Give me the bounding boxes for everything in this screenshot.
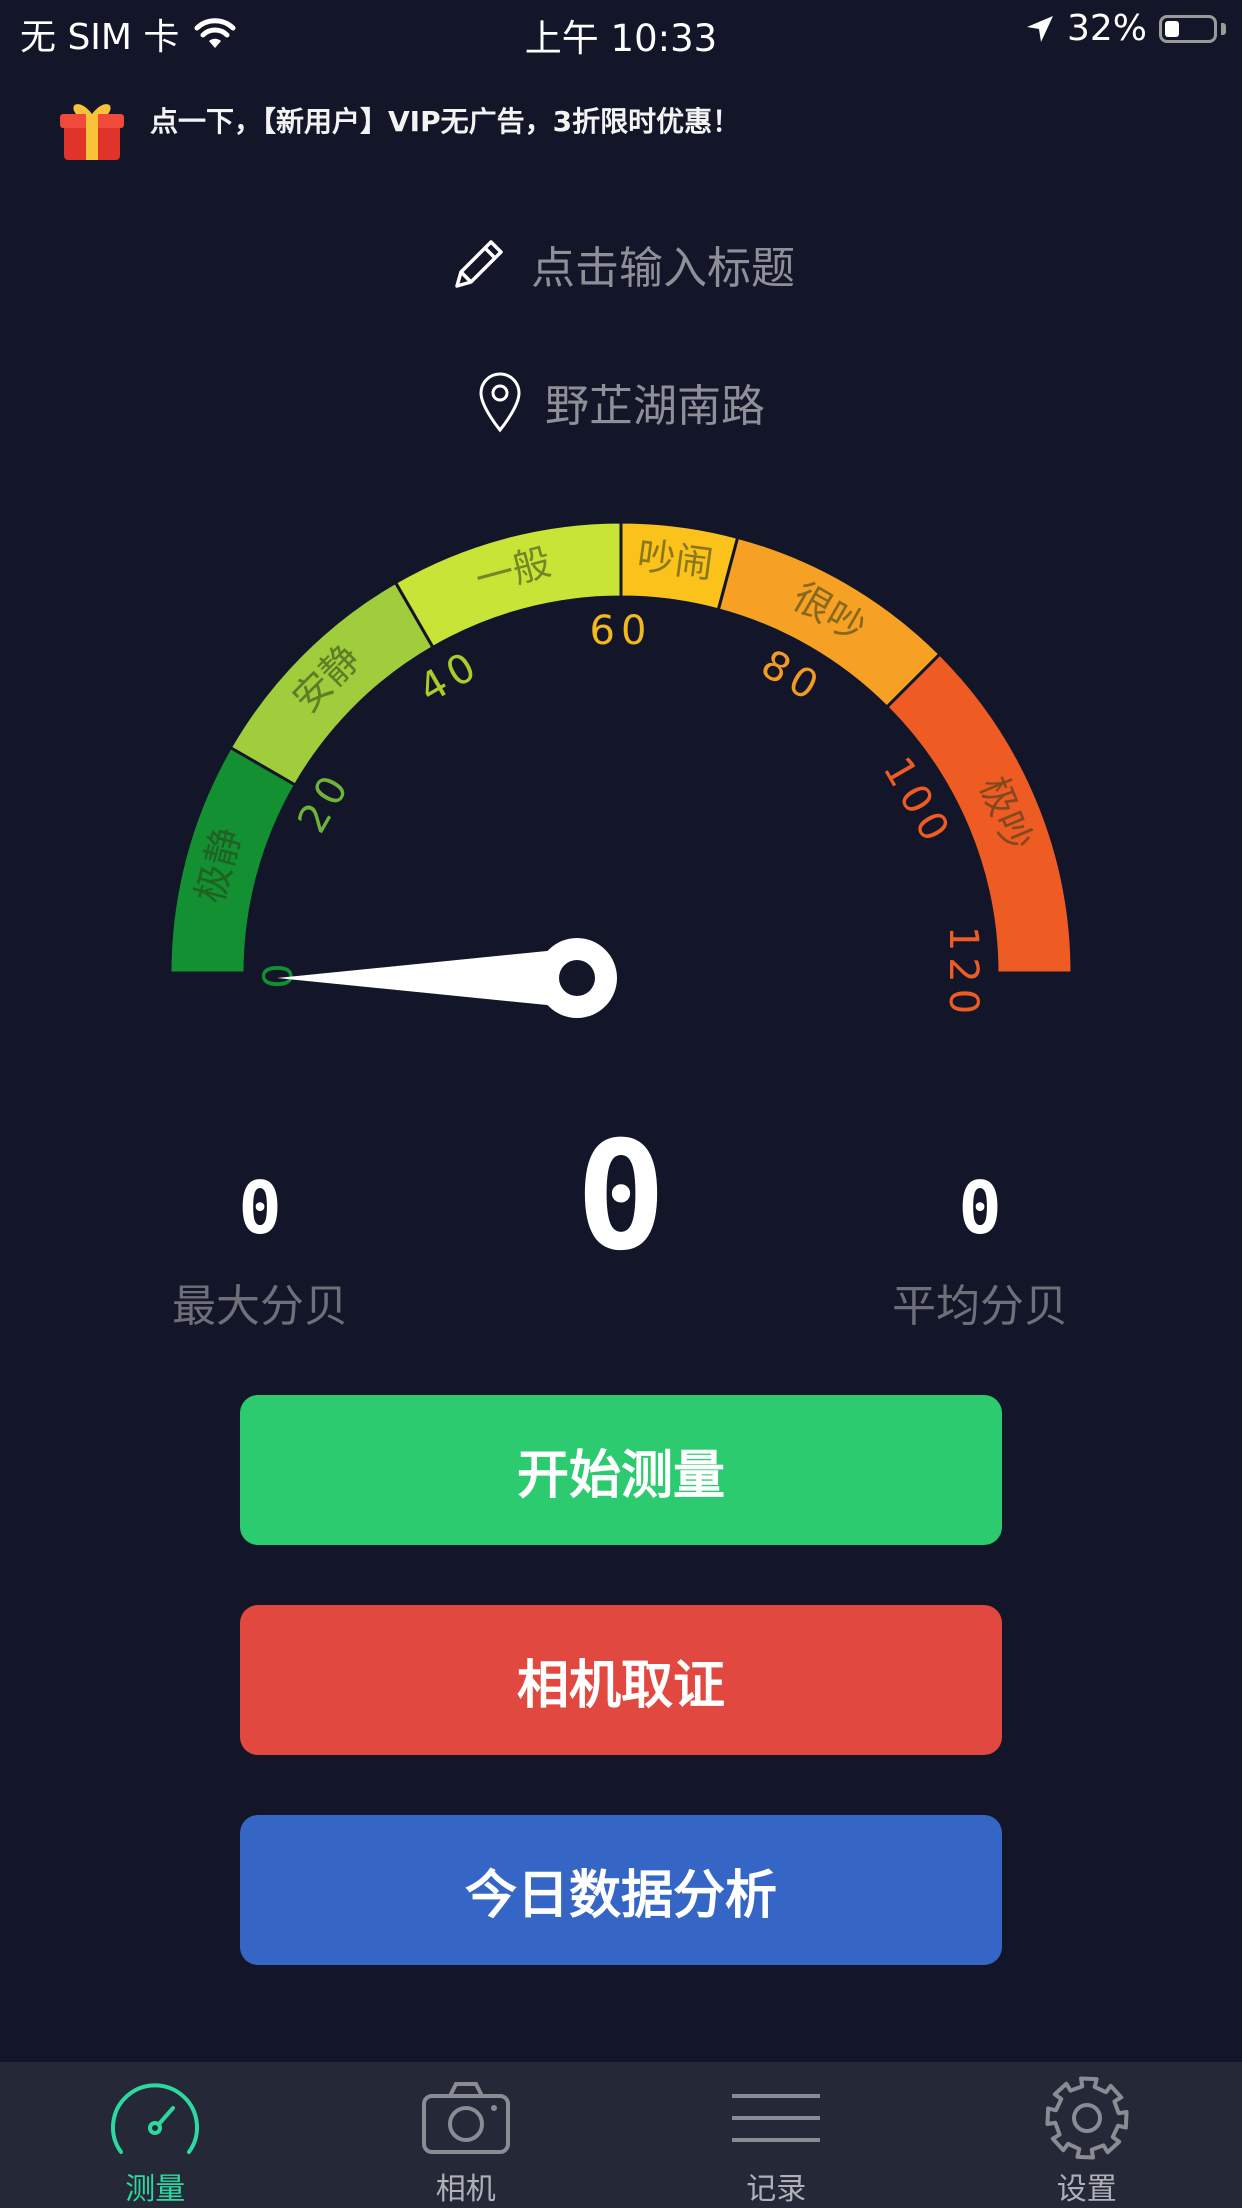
tab-camera[interactable]: 相机 [311,2062,622,2208]
battery-icon [1159,14,1217,43]
gauge-tick-label: 60 [590,608,653,654]
camera-evidence-button[interactable]: 相机取证 [240,1605,1002,1755]
tab-records[interactable]: 记录 [621,2062,932,2208]
tab-label: 测量 [125,2172,186,2207]
battery-percent: 32% [1066,8,1147,49]
location-text: 野芷湖南路 [545,381,765,432]
gauge-tick-label: 0 [256,957,302,988]
location-row: 野芷湖南路 [0,370,1242,434]
promo-text: 点一下，【新用户】VIP无广告，3折限时优惠！ [150,105,741,138]
gauge-icon [111,2083,200,2154]
max-label: 最大分贝 [172,1281,348,1332]
avg-value: 0 [958,1166,1002,1250]
daily-analysis-button[interactable]: 今日数据分析 [240,1815,1002,1965]
gauge-tick-label: 120 [940,926,986,1020]
camera-icon [421,2082,510,2154]
status-bar: 无 SIM 卡 上午 10:33 32% [0,0,1242,64]
location-arrow-icon [1026,15,1053,42]
list-icon [732,2094,821,2142]
gauge-needle [277,938,617,1018]
tab-label: 设置 [1056,2172,1117,2207]
tab-bar: 测量 相机 记录 设置 [0,2062,1242,2208]
tab-settings[interactable]: 设置 [932,2062,1242,2208]
avg-label: 平均分贝 [892,1281,1068,1332]
gift-icon [60,104,124,160]
tab-label: 记录 [746,2172,807,2207]
pencil-icon [455,240,503,288]
avg-readout: 0 平均分贝 [880,1110,1080,1334]
title-input[interactable]: 点击输入标题 [0,232,1242,296]
current-readout: 0 [521,1110,721,1284]
location-pin-icon [479,372,521,433]
gear-icon [1045,2076,1129,2160]
current-value: 0 [575,1110,667,1284]
max-value: 0 [238,1166,282,1250]
decibel-gauge: 极静安静一般 吵闹很吵极吵 020406080100120 [168,520,1074,1020]
max-readout: 0 最大分贝 [160,1110,360,1334]
promo-banner[interactable]: 点一下，【新用户】VIP无广告，3折限时优惠！ [60,100,741,160]
start-measure-button[interactable]: 开始测量 [240,1395,1002,1545]
tab-label: 相机 [435,2172,496,2207]
tab-measure[interactable]: 测量 [0,2062,311,2208]
title-placeholder: 点击输入标题 [531,243,795,294]
